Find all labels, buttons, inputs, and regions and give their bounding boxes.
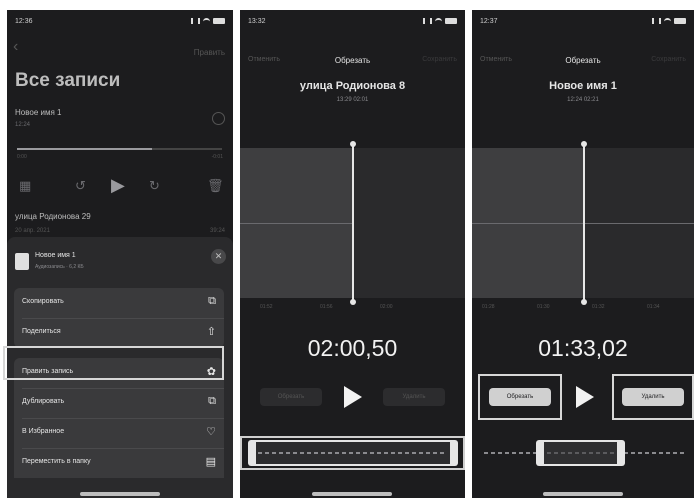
menu-item-copy[interactable]: Скопировать ⧉ [14,288,224,318]
tick-label: 01:30 [537,304,550,310]
edit-button[interactable]: Править [194,48,225,57]
signal-icon [423,18,432,24]
signal-icon [191,18,200,24]
recording-duration: 39:24 [209,228,225,234]
trash-icon[interactable]: 🗑 [207,178,224,194]
more-icon[interactable] [212,112,225,125]
scrubber-end-time: -0:01 [211,154,223,160]
recording-title[interactable]: улица Родионова 29 [15,212,91,221]
voice-memos-list-screen: 12:36 ‹ Править Все записи Новое имя 1 1… [7,10,233,498]
delete-button[interactable]: Удалить [383,388,445,406]
tick-label: 01:56 [320,304,333,310]
tick-label: 01:32 [592,304,605,310]
save-button[interactable]: Сохранить [422,56,457,63]
trim-handle-right[interactable] [617,440,625,466]
status-time: 12:37 [480,17,498,25]
menu-item-favorite[interactable]: В Избранное ♡ [14,418,224,448]
copy-icon: ⧉ [208,295,216,307]
recording-date: 20 апр. 2021 [15,228,50,234]
home-indicator [80,492,160,496]
status-time: 13:32 [248,17,266,25]
folder-icon: ▤ [205,456,216,468]
track-name: улица Родионова 8 [299,80,406,92]
tick-label: 01:34 [647,304,660,310]
signal-icon [652,18,661,24]
tick-label: 01:28 [482,304,495,310]
track-meta: 13:29 02:01 [336,97,369,103]
waveform-line [240,223,353,224]
waveform-settings-icon[interactable]: ▦ [19,178,31,194]
home-indicator [543,492,623,496]
play-icon[interactable]: ▶ [111,175,125,196]
scrubber-start-time: 0:00 [17,154,27,160]
trim-handle-left[interactable] [536,440,544,466]
track-meta: 12:24 02:21 [567,97,599,103]
highlight-edit-recording [3,346,224,380]
save-button[interactable]: Сохранить [651,56,686,63]
document-icon [15,253,29,270]
skip-back-icon[interactable]: ↺ [75,178,86,194]
close-icon[interactable]: ✕ [211,249,226,264]
menu-item-duplicate[interactable]: Дублировать ⧉ [14,388,224,418]
status-time: 12:36 [15,17,33,25]
share-icon: ⇧ [206,326,216,338]
file-meta: Аудиозапись · 6,2 КБ [35,264,84,270]
track-name: Новое имя 1 [549,80,617,92]
tick-label: 01:52 [260,304,273,310]
page-title: Все записи [15,70,121,91]
status-bar: 12:36 [15,15,225,27]
duplicate-icon: ⧉ [208,395,216,407]
back-chevron-icon[interactable]: ‹ [13,38,18,56]
heart-icon: ♡ [206,426,216,438]
scrubber-progress [17,148,152,150]
recording-title[interactable]: Новое имя 1 [15,108,61,117]
playhead[interactable] [581,141,587,305]
menu-item-share[interactable]: Поделиться ⇧ [14,318,224,348]
file-name: Новое имя 1 [35,252,76,259]
battery-icon [445,18,457,24]
skip-forward-icon[interactable]: ↻ [149,178,160,194]
menu-group-1: Скопировать ⧉ Поделиться ⇧ [14,288,224,348]
play-icon[interactable] [344,386,362,408]
current-time: 02:00,50 [307,335,398,361]
battery-icon [213,18,225,24]
recording-time: 12:24 [15,122,31,128]
delete-button[interactable]: Удалить [622,388,684,406]
trim-button[interactable]: Обрезать [489,388,551,406]
edit-recording-screen: 13:32 Отменить Обрезать Сохранить улица … [240,10,465,498]
trim-selection[interactable] [538,440,622,466]
wifi-icon [664,18,671,24]
battery-icon [674,18,686,24]
edit-recording-screen: 12:37 Отменить Обрезать Сохранить Новое … [472,10,694,498]
playback-controls: ▦ ↺ ▶ ↻ 🗑 [7,175,233,200]
status-bar: 13:32 [248,15,457,27]
current-time: 01:33,02 [538,335,628,361]
wifi-icon [435,18,442,24]
highlight-overview [240,436,465,470]
status-bar: 12:37 [480,15,686,27]
menu-item-move-to-folder[interactable]: Переместить в папку ▤ [14,448,224,478]
trim-button[interactable]: Обрезать [260,388,322,406]
play-icon[interactable] [576,386,594,408]
wifi-icon [203,18,210,24]
playhead[interactable] [350,141,356,305]
tick-label: 02:00 [380,304,393,310]
home-indicator [312,492,392,496]
